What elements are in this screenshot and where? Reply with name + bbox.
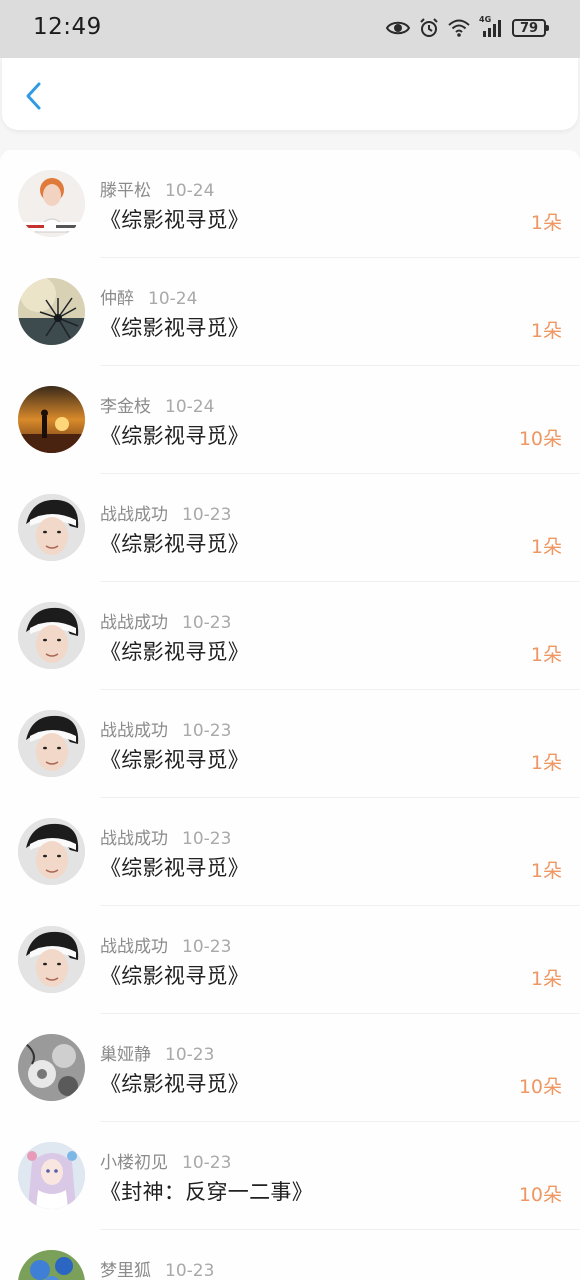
sender-meta: 巢娅静 10-23 — [100, 1040, 214, 1065]
sender-name: 小楼初见 — [100, 1153, 168, 1173]
send-date: 10-23 — [182, 829, 232, 849]
status-bar: 12:49 4G 79 — [0, 0, 580, 58]
sender-name: 战战成功 — [100, 721, 168, 741]
sender-meta: 梦里狐 10-23 — [100, 1256, 214, 1280]
send-date: 10-23 — [182, 505, 232, 525]
send-date: 10-23 — [165, 1261, 215, 1280]
flower-amount: 10朵 — [518, 1076, 562, 1098]
flower-amount: 1朵 — [530, 212, 562, 234]
sender-name: 仲醉 — [100, 289, 134, 309]
sender-meta: 战战成功 10-23 — [100, 500, 231, 525]
flower-amount: 1朵 — [530, 536, 562, 558]
list-item[interactable]: 战战成功 10-23 《综影视寻觅》 1朵 — [0, 474, 580, 582]
avatar[interactable] — [18, 170, 85, 237]
sender-name: 战战成功 — [100, 937, 168, 957]
book-title: 《综影视寻觅》 — [100, 1072, 250, 1096]
send-date: 10-24 — [148, 289, 198, 309]
book-title: 《综影视寻觅》 — [100, 748, 250, 772]
avatar[interactable] — [18, 1034, 85, 1101]
chevron-left-icon — [24, 81, 44, 115]
list-item[interactable]: 巢娅静 10-23 《综影视寻觅》 10朵 — [0, 1014, 580, 1122]
gift-record-list: 滕平松 10-24 《综影视寻觅》 1朵 仲醉 10-24 《综影视寻觅》 1朵 — [0, 150, 580, 1280]
send-date: 10-23 — [182, 721, 232, 741]
avatar[interactable] — [18, 818, 85, 885]
sender-meta: 仲醉 10-24 — [100, 284, 197, 309]
avatar[interactable] — [18, 1142, 85, 1209]
avatar[interactable] — [18, 926, 85, 993]
book-title: 《综影视寻觅》 — [100, 424, 250, 448]
book-title: 《综影视寻觅》 — [100, 964, 250, 988]
book-title: 《综影视寻觅》 — [100, 208, 250, 232]
sender-name: 战战成功 — [100, 505, 168, 525]
sender-meta: 李金枝 10-24 — [100, 392, 214, 417]
avatar[interactable] — [18, 710, 85, 777]
list-item[interactable]: 战战成功 10-23 《综影视寻觅》 1朵 — [0, 798, 580, 906]
sender-meta: 战战成功 10-23 — [100, 824, 231, 849]
list-item[interactable]: 战战成功 10-23 《综影视寻觅》 1朵 — [0, 906, 580, 1014]
flower-amount: 1朵 — [530, 752, 562, 774]
flower-amount: 1朵 — [530, 644, 562, 666]
send-date: 10-23 — [165, 1045, 215, 1065]
list-item[interactable]: 梦里狐 10-23 — [0, 1230, 580, 1280]
flower-amount: 1朵 — [530, 860, 562, 882]
sender-name: 巢娅静 — [100, 1045, 151, 1065]
list-item[interactable]: 仲醉 10-24 《综影视寻觅》 1朵 — [0, 258, 580, 366]
avatar[interactable] — [18, 386, 85, 453]
list-item[interactable]: 战战成功 10-23 《综影视寻觅》 1朵 — [0, 690, 580, 798]
sender-name: 李金枝 — [100, 397, 151, 417]
sender-meta: 小楼初见 10-23 — [100, 1148, 231, 1173]
sender-name: 战战成功 — [100, 613, 168, 633]
avatar[interactable] — [18, 1250, 85, 1280]
sender-name: 滕平松 — [100, 181, 151, 201]
list-item[interactable]: 滕平松 10-24 《综影视寻觅》 1朵 — [0, 150, 580, 258]
avatar[interactable] — [18, 494, 85, 561]
send-date: 10-24 — [165, 397, 215, 417]
send-date: 10-23 — [182, 613, 232, 633]
book-title: 《综影视寻觅》 — [100, 640, 250, 664]
sender-meta: 战战成功 10-23 — [100, 716, 231, 741]
status-icons: 4G 79 — [386, 15, 549, 40]
battery-icon: 79 — [512, 19, 549, 37]
alarm-icon — [419, 18, 439, 38]
send-date: 10-23 — [182, 1153, 232, 1173]
wifi-icon — [448, 19, 470, 37]
eye-icon — [386, 19, 410, 37]
send-date: 10-24 — [165, 181, 215, 201]
status-time: 12:49 — [33, 14, 102, 40]
book-title: 《封神：反穿一二事》 — [100, 1180, 313, 1204]
flower-amount: 1朵 — [530, 320, 562, 342]
header-bar — [2, 58, 578, 130]
flower-amount: 10朵 — [518, 1184, 562, 1206]
list-item[interactable]: 小楼初见 10-23 《封神：反穿一二事》 10朵 — [0, 1122, 580, 1230]
back-button[interactable] — [18, 78, 50, 118]
send-date: 10-23 — [182, 937, 232, 957]
book-title: 《综影视寻觅》 — [100, 532, 250, 556]
list-item[interactable]: 战战成功 10-23 《综影视寻觅》 1朵 — [0, 582, 580, 690]
avatar[interactable] — [18, 278, 85, 345]
list-item[interactable]: 李金枝 10-24 《综影视寻觅》 10朵 — [0, 366, 580, 474]
book-title: 《综影视寻觅》 — [100, 316, 250, 340]
sender-name: 战战成功 — [100, 829, 168, 849]
flower-amount: 10朵 — [518, 428, 562, 450]
avatar[interactable] — [18, 602, 85, 669]
flower-amount: 1朵 — [530, 968, 562, 990]
signal-icon: 4G — [479, 15, 503, 38]
sender-meta: 滕平松 10-24 — [100, 176, 214, 201]
book-title: 《综影视寻觅》 — [100, 856, 250, 880]
sender-name: 梦里狐 — [100, 1261, 151, 1280]
network-type: 4G — [479, 15, 492, 24]
sender-meta: 战战成功 10-23 — [100, 932, 231, 957]
sender-meta: 战战成功 10-23 — [100, 608, 231, 633]
